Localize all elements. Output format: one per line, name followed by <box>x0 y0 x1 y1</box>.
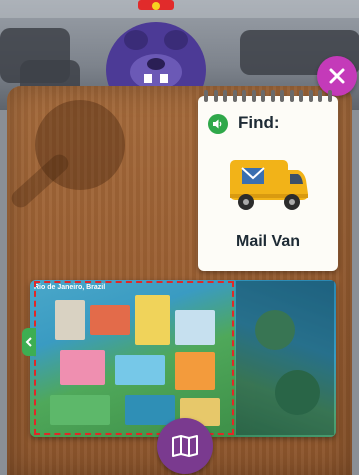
notebook-rings <box>204 90 332 104</box>
mail-van-icon <box>230 160 308 210</box>
book-map-icon <box>172 435 198 457</box>
speaker-icon <box>213 119 222 129</box>
audio-button[interactable] <box>208 114 228 134</box>
find-heading: Find: <box>238 113 280 132</box>
target-item-name: Mail Van <box>235 233 301 250</box>
map-side-tab[interactable] <box>22 328 36 356</box>
find-card: Find: Mail Van <box>198 90 338 271</box>
map-dim-overlay <box>236 281 334 435</box>
view-selection-box <box>34 281 234 435</box>
mascot-character <box>106 0 206 100</box>
close-icon <box>329 68 345 84</box>
map-book-button[interactable] <box>157 418 213 474</box>
chevron-left-icon <box>25 337 32 347</box>
